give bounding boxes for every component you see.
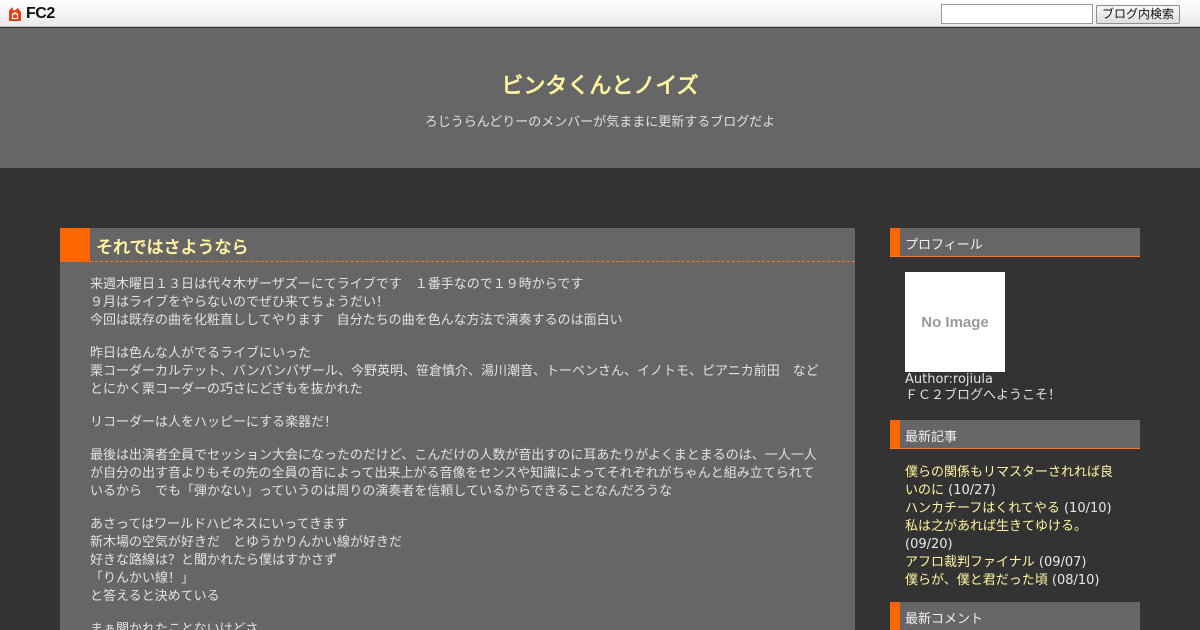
sidebar-profile-heading: プロフィール <box>890 228 1140 257</box>
entry-paragraph: 最後は出演者全員でセッション大会になったのだけど、こんだけの人数が音出すのに耳あ… <box>90 447 825 501</box>
entry-line: あさってはワールドハピネスにいってきます <box>90 517 349 532</box>
entry-paragraph: あさってはワールドハピネスにいってきます 新木場の空気が好きだ とゆうかりんかい… <box>90 516 825 606</box>
profile-text: Author:rojiula ＦＣ２ブログへようこそ！ <box>905 372 1061 404</box>
entry-line: 来週木曜日１３日は代々木ザーザズーにてライブです １番手なので１９時からです <box>90 277 584 292</box>
entry-line: いるから でも「弾かない」っていうのは周りの演奏者を信頼しているからできることな… <box>90 484 673 499</box>
recent-posts-list: 僕らの関係もリマスターされれば良いのに (10/27) ハンカチーフはくれてやる… <box>905 464 1120 590</box>
recent-post-title[interactable]: 僕らが、僕と君だった頃 <box>905 573 1048 588</box>
entry-line: 今回は既存の曲を化粧直ししてやります 自分たちの曲を色んな方法で演奏するのは面白… <box>90 313 623 328</box>
blog-entry: それではさようなら 来週木曜日１３日は代々木ザーザズーにてライブです １番手なの… <box>60 228 855 630</box>
recent-post-title[interactable]: アフロ裁判ファイナル <box>905 555 1035 570</box>
recent-post-link[interactable]: 僕らが、僕と君だった頃 (08/10) <box>905 572 1120 590</box>
blog-search-input[interactable] <box>941 4 1093 24</box>
entry-paragraph: 昨日は色んな人がでるライブにいった 栗コーダーカルテット、バンバンバザール、今野… <box>90 345 825 399</box>
recent-post-link[interactable]: 僕らの関係もリマスターされれば良いのに (10/27) <box>905 464 1120 500</box>
entry-header: それではさようなら <box>60 228 855 262</box>
entry-line: まぁ聞かれたことないけどさ <box>90 622 259 630</box>
blog-search-button[interactable]: ブログ内検索 <box>1096 5 1180 24</box>
no-image-text: No Image <box>921 313 989 331</box>
entry-paragraph: リコーダーは人をハッピーにする楽器だ！ <box>90 414 825 432</box>
entry-line: ９月はライブをやらないのでぜひ来てちょうだい！ <box>90 295 390 310</box>
fc2-logo[interactable]: FC2 <box>6 4 55 24</box>
sidebar-heading-label: プロフィール <box>905 238 983 253</box>
recent-post-title[interactable]: 私は之があれば生きてゆける。 <box>905 519 1087 534</box>
sidebar-accent-block <box>890 228 900 256</box>
sidebar-accent-block <box>890 602 900 630</box>
recent-post-title[interactable]: ハンカチーフはくれてやる <box>905 501 1060 516</box>
entry-line: が自分の出す音よりもその先の全員の音によって出来上がる音像をセンスや知識によって… <box>90 466 815 481</box>
sidebar-heading-label: 最新記事 <box>905 430 958 445</box>
profile-author: Author:rojiula <box>905 372 993 387</box>
entry-title[interactable]: それではさようなら <box>96 233 249 258</box>
recent-post-date: (09/20) <box>905 537 953 552</box>
sidebar-recent-comments-heading: 最新コメント <box>890 602 1140 630</box>
entry-paragraph: 来週木曜日１３日は代々木ザーザズーにてライブです １番手なので１９時からです ９… <box>90 276 825 330</box>
recent-post-title[interactable]: 僕らの関係もリマスターされれば良いのに <box>905 465 1113 498</box>
entry-line: とにかく栗コーダーの巧さにどぎもを抜かれた <box>90 382 363 397</box>
profile-greeting: ＦＣ２ブログへようこそ！ <box>905 388 1062 403</box>
recent-post-date: (08/10) <box>1051 573 1100 588</box>
entry-line: 最後は出演者全員でセッション大会になったのだけど、こんだけの人数が音出すのに耳あ… <box>90 448 817 463</box>
entry-line: 「りんかい線！」 <box>90 571 195 586</box>
entry-line: 昨日は色んな人がでるライブにいった <box>90 346 312 361</box>
entry-line: リコーダーは人をハッピーにする楽器だ！ <box>90 415 338 430</box>
recent-post-date: (10/10) <box>1063 501 1112 516</box>
fc2-toolbar: FC2 ブログ内検索 <box>0 0 1200 27</box>
blog-title[interactable]: ビンタくんとノイズ <box>0 68 1200 100</box>
recent-post-link[interactable]: 私は之があれば生きてゆける。 (09/20) <box>905 518 1120 554</box>
entry-accent-block <box>60 228 90 262</box>
recent-post-date: (09/07) <box>1038 555 1087 570</box>
blog-header: ビンタくんとノイズ ろじうらんどりーのメンバーが気ままに更新するブログだよ <box>0 28 1200 168</box>
fc2-logo-text: FC2 <box>26 5 55 22</box>
recent-post-link[interactable]: アフロ裁判ファイナル (09/07) <box>905 554 1120 572</box>
blog-description: ろじうらんどりーのメンバーが気ままに更新するブログだよ <box>424 115 776 130</box>
entry-line: 栗コーダーカルテット、バンバンバザール、今野英明、笹倉慎介、湯川潮音、トーベンさ… <box>90 364 819 379</box>
entry-line: 好きな路線は？と聞かれたら僕はすかさず <box>90 553 338 568</box>
entry-line: と答えると決めている <box>90 589 220 604</box>
entry-body: 来週木曜日１３日は代々木ザーザズーにてライブです １番手なので１９時からです ９… <box>60 262 855 630</box>
entry-line: 新木場の空気が好きだ とゆうかりんかい線が好きだ <box>90 535 403 550</box>
entry-paragraph: まぁ聞かれたことないけどさ <box>90 621 825 630</box>
fc2-logo-icon <box>9 7 21 21</box>
recent-post-date: (10/27) <box>948 483 996 498</box>
sidebar-heading-label: 最新コメント <box>905 612 984 627</box>
recent-post-link[interactable]: ハンカチーフはくれてやる (10/10) <box>905 500 1120 518</box>
profile-avatar: No Image <box>905 272 1005 372</box>
sidebar-recent-posts-heading: 最新記事 <box>890 420 1140 449</box>
sidebar-accent-block <box>890 420 900 448</box>
